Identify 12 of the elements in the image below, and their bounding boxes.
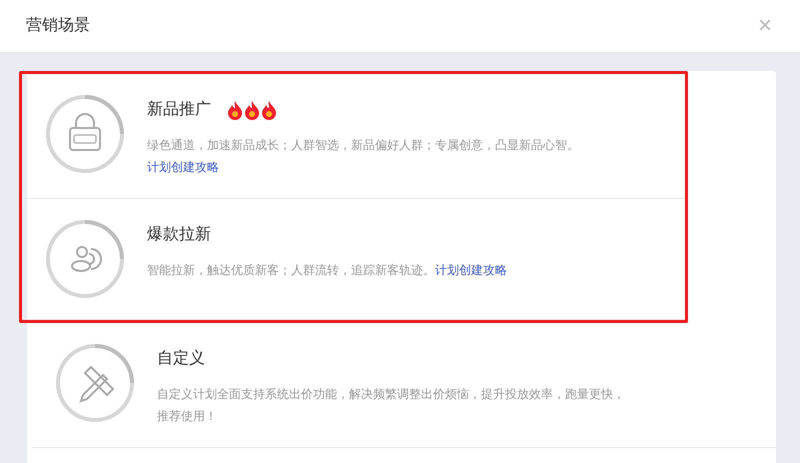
scene-title: 爆款拉新 [147, 224, 211, 245]
scene-title: 新品推广 [147, 100, 211, 120]
scene-description: 自定义计划全面支持系统出价功能，解决频繁调整出价烦恼，提升投放效率，跑量更快，推荐使用！ [157, 386, 626, 425]
scene-description: 绿色通道，加速新品成长；人群智选，新品偏好人群；专属创意，凸显新品心智。 计划创建攻略 [147, 137, 580, 176]
scene-description: 智能拉新，触达优质新客；人群流转，追踪新客轨迹。计划创建攻略 [147, 262, 508, 279]
shopping-bag-icon [69, 113, 101, 151]
dialog-title: 营销场景 [26, 16, 90, 36]
pencil-ruler-icon [79, 366, 114, 403]
guide-link[interactable]: 计划创建攻略 [147, 160, 219, 174]
people-icon [71, 246, 102, 272]
scene-title: 自定义 [157, 348, 205, 369]
guide-link[interactable]: 计划创建攻略 [435, 263, 507, 277]
